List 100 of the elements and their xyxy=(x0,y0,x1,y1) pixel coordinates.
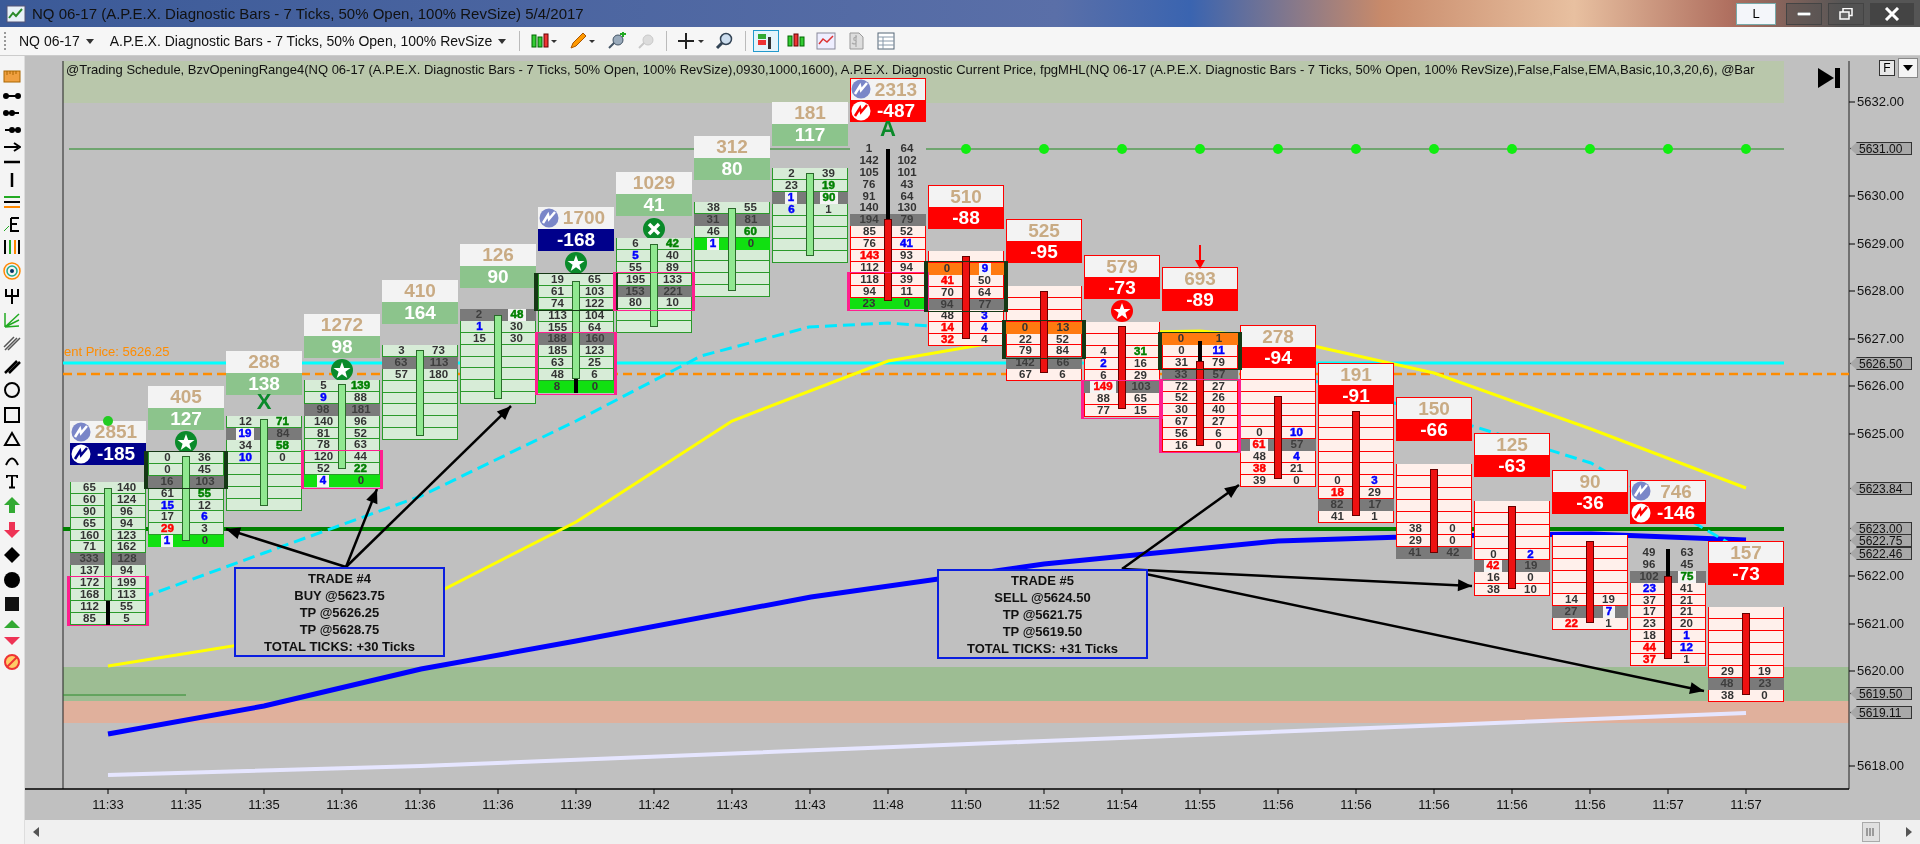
f-button[interactable]: F xyxy=(1879,60,1895,76)
channel-icon[interactable] xyxy=(3,358,21,374)
footprint-cell: 162 xyxy=(116,541,137,554)
line-segment-icon[interactable] xyxy=(3,108,21,118)
up-arrow-icon[interactable] xyxy=(3,496,21,514)
skip-to-end-icon[interactable] xyxy=(1817,67,1841,89)
footprint-cell: 112 xyxy=(860,261,879,274)
footprint-cell: 84 xyxy=(1056,345,1069,358)
footprint-cell: 96 xyxy=(120,505,133,518)
bar-type-dropdown[interactable]: A.P.E.X. Diagnostic Bars - 7 Ticks, 50% Open, 100% RevSize xyxy=(103,31,513,51)
footprint-cell: 94 xyxy=(940,298,954,311)
footprint-cell: 71 xyxy=(276,416,289,428)
footprint-cell: 0 xyxy=(279,451,286,464)
layout-button[interactable]: L xyxy=(1736,2,1776,25)
footprint-cell: 60 xyxy=(83,493,96,506)
footprint-cell: 33 xyxy=(1174,368,1188,381)
price-axis-label: 5627.00 xyxy=(1857,331,1904,347)
level-dot xyxy=(1351,144,1361,154)
line-segment-icon[interactable] xyxy=(3,125,21,135)
footprint-cell: 64 xyxy=(978,286,991,299)
level-dot xyxy=(1741,144,1751,154)
footprint-cell: 0 xyxy=(1761,690,1768,703)
triangle-icon[interactable] xyxy=(3,431,21,447)
footprint-cell: 20 xyxy=(1680,618,1693,631)
arrow-icon[interactable] xyxy=(3,142,21,152)
footprint-cell: 104 xyxy=(584,309,605,322)
fan-icon[interactable] xyxy=(3,312,21,328)
remove-drawings-icon[interactable] xyxy=(3,653,21,671)
footprint-cell: 12 xyxy=(1680,642,1693,655)
scroll-right-icon[interactable] xyxy=(1904,826,1914,838)
footprint-cell: 34 xyxy=(239,439,252,452)
footprint-cell: 52 xyxy=(900,226,913,239)
footprint-cell: 7 xyxy=(1602,606,1616,619)
footprint-cell: 45 xyxy=(1680,558,1694,571)
footprint-cell: 37 xyxy=(1643,594,1656,607)
dot-icon[interactable] xyxy=(3,571,21,589)
scroll-left-icon[interactable] xyxy=(31,826,41,838)
dropdown-button[interactable] xyxy=(1898,58,1918,78)
triangle-down-icon[interactable] xyxy=(3,636,21,646)
scroll-thumb[interactable] xyxy=(1862,822,1880,842)
footprint-cell: 185 xyxy=(547,345,568,358)
footprint-cell: 49 xyxy=(1642,547,1656,559)
footprint-cell: 43 xyxy=(900,178,914,191)
horizontal-line-icon[interactable] xyxy=(3,159,21,165)
instrument-dropdown[interactable]: NQ 06-17 xyxy=(13,31,100,51)
time-axis-label: 11:56 xyxy=(1261,797,1295,812)
scrollbar[interactable] xyxy=(25,820,1920,844)
time-lines-icon[interactable] xyxy=(3,239,21,255)
grip-icon xyxy=(1866,828,1876,836)
delta-total: -66 xyxy=(1396,419,1472,441)
footprint-cell: 0 xyxy=(1490,548,1497,561)
footprint-cell: 103 xyxy=(195,475,215,488)
ruler-icon[interactable] xyxy=(3,68,21,84)
candle-wick xyxy=(1666,549,1670,576)
footprint-cell: 10 xyxy=(666,297,679,310)
footprint-cell: 84 xyxy=(276,427,290,440)
triangle-up-icon[interactable] xyxy=(3,619,21,629)
close-button[interactable] xyxy=(1870,2,1914,25)
footprint-cell: 81 xyxy=(317,427,330,440)
target-icon[interactable] xyxy=(3,262,21,280)
footprint-cell: 153 xyxy=(625,285,645,298)
square-icon[interactable] xyxy=(3,406,21,424)
footprint-cell: 16 xyxy=(1175,440,1188,452)
text-tool-icon[interactable] xyxy=(3,473,21,489)
volume-total: 150 xyxy=(1396,397,1472,419)
footprint-cell: 19 xyxy=(822,179,835,192)
footprint-cell: 122 xyxy=(584,297,605,310)
footprint-cell: 55 xyxy=(744,202,757,214)
footprint-cell: 15 xyxy=(1134,405,1147,418)
footprint-cell: 78 xyxy=(317,439,330,452)
minimize-button[interactable] xyxy=(1786,2,1822,25)
chart-icon xyxy=(6,4,26,23)
footprint-cell: 133 xyxy=(662,273,683,286)
footprint-cell: 5 xyxy=(632,249,639,262)
level-dot xyxy=(1429,144,1439,154)
down-arrow-icon[interactable] xyxy=(3,521,21,539)
candle-wick xyxy=(1198,341,1202,361)
footprint-cell: 195 xyxy=(625,273,646,286)
price-marker-label: 5622.75 xyxy=(1850,534,1912,547)
diamond-icon[interactable] xyxy=(3,546,21,564)
footprint-cell: 120 xyxy=(313,451,334,464)
pin-plus-icon xyxy=(606,32,627,50)
filled-square-icon[interactable] xyxy=(3,596,21,612)
pitchfork-icon[interactable] xyxy=(3,287,21,305)
circle-icon[interactable] xyxy=(3,381,21,399)
footprint-cell: 0 xyxy=(1021,321,1029,334)
footprint-cell: 194 xyxy=(859,214,879,227)
view-button[interactable] xyxy=(753,30,780,52)
channel-icon[interactable] xyxy=(3,335,21,351)
parallel-lines-icon[interactable] xyxy=(3,195,21,209)
time-axis-label: 11:36 xyxy=(403,797,437,812)
time-axis-label: 11:56 xyxy=(1339,797,1373,812)
footprint-cell: 26 xyxy=(1212,392,1225,405)
price-axis-label: 5622.00 xyxy=(1857,568,1904,584)
delta-total: -73 xyxy=(1084,277,1160,299)
line-segment-icon[interactable] xyxy=(3,91,21,101)
footprint-cell: 94 xyxy=(863,285,876,298)
restore-button[interactable] xyxy=(1828,2,1864,25)
fibonacci-extension-icon[interactable] xyxy=(3,216,21,232)
footprint-cell: 63 xyxy=(1680,547,1694,559)
